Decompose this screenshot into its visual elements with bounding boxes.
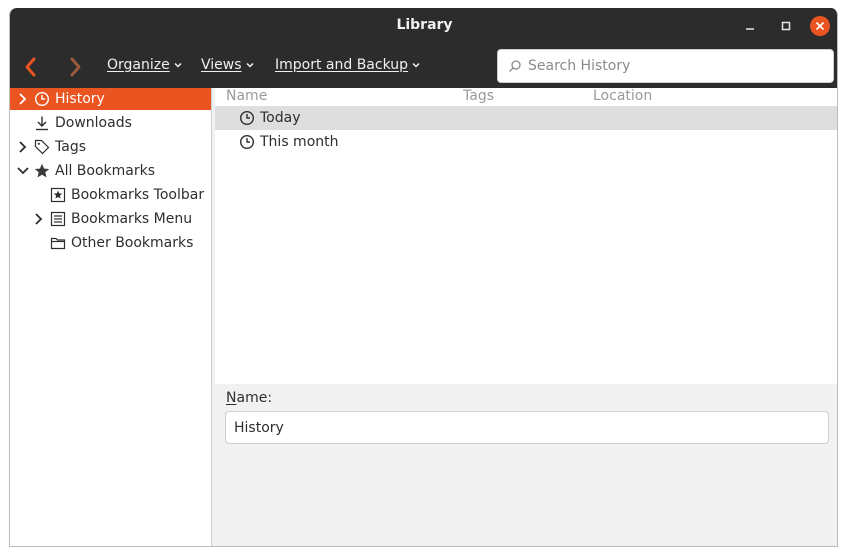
- views-label: Views: [201, 57, 242, 73]
- sidebar-item-tags[interactable]: Tags: [10, 136, 211, 158]
- clock-icon: [239, 110, 255, 126]
- library-window: Library Organize Views Import and Backup: [9, 8, 838, 547]
- chevron-right-icon: [70, 57, 81, 77]
- details-pane: Name:: [215, 384, 837, 546]
- search-box[interactable]: [497, 49, 834, 83]
- name-label-accelerator: N: [226, 390, 237, 406]
- organize-menu[interactable]: Organize: [107, 57, 183, 73]
- clock-icon: [239, 134, 255, 150]
- chevron-down-icon[interactable]: [17, 165, 29, 177]
- organize-label: Organize: [107, 57, 170, 73]
- views-menu[interactable]: Views: [201, 57, 255, 73]
- chevron-right-icon[interactable]: [17, 93, 29, 105]
- maximize-icon[interactable]: [776, 16, 796, 36]
- chevron-down-icon: [174, 62, 182, 68]
- minimize-icon[interactable]: [740, 16, 760, 36]
- sidebar-item-label: Bookmarks Menu: [71, 211, 193, 227]
- sidebar-tree: History Downloads Tags All Bookmarks Boo…: [10, 88, 212, 546]
- chevron-left-icon: [25, 57, 36, 77]
- import-label: Import and Backup: [275, 57, 409, 73]
- sidebar-item-label: Other Bookmarks: [71, 235, 194, 251]
- star-icon: [34, 163, 50, 178]
- search-icon: [509, 60, 521, 72]
- toolbar: Organize Views Import and Backup: [10, 45, 837, 88]
- folder-icon: [50, 237, 66, 250]
- sidebar-item-history[interactable]: History: [10, 88, 211, 110]
- bookmarks-menu-icon: [50, 211, 66, 227]
- sidebar-item-all-bookmarks[interactable]: All Bookmarks: [10, 160, 211, 182]
- forward-button[interactable]: [62, 54, 88, 80]
- sidebar-item-label: Downloads: [55, 115, 132, 131]
- sidebar-item-label: History: [55, 91, 105, 107]
- chevron-down-icon: [412, 62, 420, 68]
- list-row-this-month[interactable]: This month: [215, 130, 837, 154]
- back-button[interactable]: [18, 54, 44, 80]
- column-header-name[interactable]: Name: [226, 88, 267, 106]
- history-list: Name Tags Location Today This month: [215, 88, 837, 384]
- name-label: Name:: [226, 390, 272, 406]
- sidebar-item-other-bookmarks[interactable]: Other Bookmarks: [10, 232, 211, 254]
- name-label-rest: ame:: [236, 390, 273, 406]
- clock-icon: [34, 91, 50, 107]
- column-header-location[interactable]: Location: [593, 88, 652, 106]
- column-header-tags[interactable]: Tags: [463, 88, 494, 106]
- search-input[interactable]: [528, 58, 818, 74]
- bookmarks-toolbar-icon: [50, 187, 66, 203]
- title-bar[interactable]: Library: [10, 8, 837, 45]
- row-label: This month: [260, 134, 339, 150]
- import-backup-menu[interactable]: Import and Backup: [275, 57, 421, 73]
- tag-icon: [34, 139, 50, 155]
- download-icon: [36, 116, 48, 131]
- chevron-down-icon: [246, 62, 254, 68]
- name-field[interactable]: [225, 411, 829, 444]
- chevron-right-icon[interactable]: [17, 141, 29, 153]
- close-icon[interactable]: [810, 16, 830, 36]
- sidebar-item-label: All Bookmarks: [55, 163, 156, 179]
- sidebar-item-bookmarks-toolbar[interactable]: Bookmarks Toolbar: [10, 184, 211, 206]
- sidebar-item-downloads[interactable]: Downloads: [10, 112, 211, 134]
- window-title: Library: [396, 17, 453, 33]
- list-row-today[interactable]: Today: [215, 106, 837, 130]
- sidebar-item-bookmarks-menu[interactable]: Bookmarks Menu: [10, 208, 211, 230]
- sidebar-item-label: Tags: [55, 139, 86, 155]
- sidebar-item-label: Bookmarks Toolbar: [71, 187, 205, 203]
- chevron-right-icon[interactable]: [33, 213, 45, 225]
- row-label: Today: [260, 110, 301, 126]
